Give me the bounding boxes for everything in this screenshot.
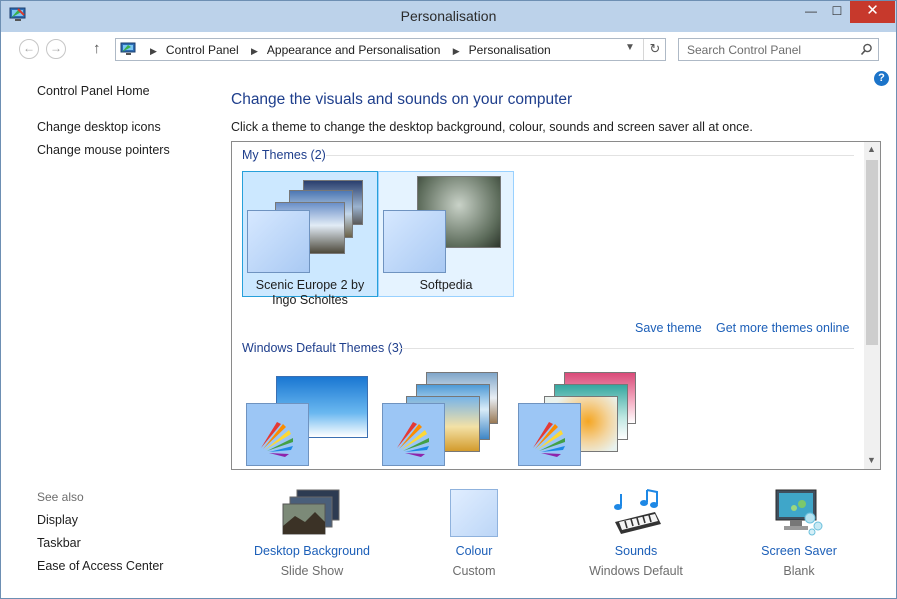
screen-saver-tile[interactable]: Screen Saver Blank <box>724 486 874 586</box>
theme-windows-default-3[interactable] <box>514 368 650 468</box>
control-panel-icon <box>120 42 136 55</box>
breadcrumb-control-panel[interactable]: Control Panel <box>166 43 239 57</box>
save-theme-link[interactable]: Save theme <box>635 321 702 335</box>
windows-default-themes-heading: Windows Default Themes (3) <box>242 341 403 355</box>
personalisation-window: Personalisation — ☐ ✕ ← → ↑ ▶ Control Pan… <box>0 0 897 599</box>
help-icon[interactable]: ? <box>874 71 889 86</box>
chevron-up-icon[interactable]: ▲ <box>867 144 876 154</box>
sounds-tile[interactable]: Sounds Windows Default <box>561 486 711 586</box>
theme-list: My Themes (2) Scenic Europe 2 by Ingo Sc… <box>231 141 881 470</box>
theme-colour-swatch <box>383 210 446 273</box>
scrollbar-thumb[interactable] <box>866 160 878 345</box>
page-title: Change the visuals and sounds on your co… <box>231 91 573 108</box>
theme-colour-swatch <box>518 403 581 466</box>
desktop-background-link[interactable]: Desktop Background <box>237 544 387 558</box>
forward-button[interactable]: → <box>46 39 66 59</box>
theme-name: Softpedia <box>419 278 473 292</box>
search-placeholder: Search Control Panel <box>687 43 802 57</box>
chevron-right-icon: ▶ <box>150 46 157 56</box>
sounds-link[interactable]: Sounds <box>561 544 711 558</box>
desktop-background-value: Slide Show <box>280 564 344 578</box>
colour-swatch <box>450 489 498 537</box>
minimize-button[interactable]: — <box>798 1 824 23</box>
chevron-right-icon: ▶ <box>250 46 258 56</box>
colour-fan-icon <box>261 422 293 457</box>
screen-saver-value: Blank <box>783 564 815 578</box>
maximize-button[interactable]: ☐ <box>824 1 850 23</box>
arrow-right-icon: → <box>50 41 62 55</box>
desktop-background-icon <box>282 489 340 535</box>
navigation-bar: ← → ↑ ▶ Control Panel ▶ Appearance and Per… <box>1 32 896 68</box>
breadcrumb: ▶ Control Panel ▶ Appearance and Personali… <box>144 43 551 57</box>
display-link[interactable]: Display <box>37 513 78 527</box>
theme-scenic-europe[interactable]: Scenic Europe 2 by Ingo Scholtes <box>242 171 378 307</box>
desktop-background-tile[interactable]: Desktop Background Slide Show <box>237 486 387 586</box>
ease-of-access-link[interactable]: Ease of Access Center <box>37 559 163 573</box>
page-description: Click a theme to change the desktop back… <box>231 120 753 134</box>
colour-tile[interactable]: Colour Custom <box>399 486 549 586</box>
theme-colour-swatch <box>382 403 445 466</box>
theme-windows-default-1[interactable] <box>242 368 378 468</box>
address-bar[interactable]: ▶ Control Panel ▶ Appearance and Personali… <box>115 38 666 61</box>
colour-link[interactable]: Colour <box>399 544 549 558</box>
screen-saver-link[interactable]: Screen Saver <box>724 544 874 558</box>
theme-colour-swatch <box>247 210 310 273</box>
get-more-themes-link[interactable]: Get more themes online <box>716 321 849 335</box>
chevron-down-icon[interactable]: ▼ <box>867 455 876 465</box>
refresh-button[interactable]: ↻ <box>643 39 666 60</box>
title-bar[interactable]: Personalisation — ☐ ✕ <box>1 1 896 32</box>
arrow-left-icon: ← <box>23 41 35 55</box>
theme-list-scrollbar[interactable]: ▲ ▼ <box>864 142 880 469</box>
breadcrumb-appearance[interactable]: Appearance and Personalisation <box>267 43 440 57</box>
change-desktop-icons-link[interactable]: Change desktop icons <box>37 120 161 134</box>
search-input[interactable]: Search Control Panel <box>678 38 879 61</box>
search-icon[interactable] <box>860 43 873 56</box>
theme-softpedia[interactable]: Softpedia <box>378 171 514 297</box>
divider <box>326 155 854 156</box>
my-themes-heading: My Themes (2) <box>242 148 326 162</box>
breadcrumb-personalisation[interactable]: Personalisation <box>469 43 551 57</box>
divider <box>400 348 854 349</box>
see-also-heading: See also <box>37 490 84 504</box>
refresh-icon: ↻ <box>649 41 661 56</box>
up-button[interactable]: ↑ <box>93 40 101 57</box>
arrow-up-icon: ↑ <box>93 40 101 57</box>
control-panel-home-link[interactable]: Control Panel Home <box>37 84 150 98</box>
window-title: Personalisation <box>400 8 497 24</box>
sounds-icon <box>614 489 661 534</box>
colour-fan-icon <box>397 422 429 457</box>
screen-saver-icon <box>775 489 823 536</box>
colour-fan-icon <box>533 422 565 457</box>
back-button[interactable]: ← <box>19 39 39 59</box>
chevron-right-icon: ▶ <box>452 46 460 56</box>
sounds-value: Windows Default <box>589 564 683 578</box>
close-button[interactable]: ✕ <box>850 1 895 23</box>
theme-name: Scenic Europe 2 by Ingo Scholtes <box>255 278 365 307</box>
colour-value: Custom <box>452 564 496 578</box>
taskbar-link[interactable]: Taskbar <box>37 536 81 550</box>
change-mouse-pointers-link[interactable]: Change mouse pointers <box>37 143 170 157</box>
theme-windows-default-2[interactable] <box>378 368 514 468</box>
chevron-down-icon[interactable]: ▼ <box>625 42 635 53</box>
theme-colour-swatch <box>246 403 309 466</box>
